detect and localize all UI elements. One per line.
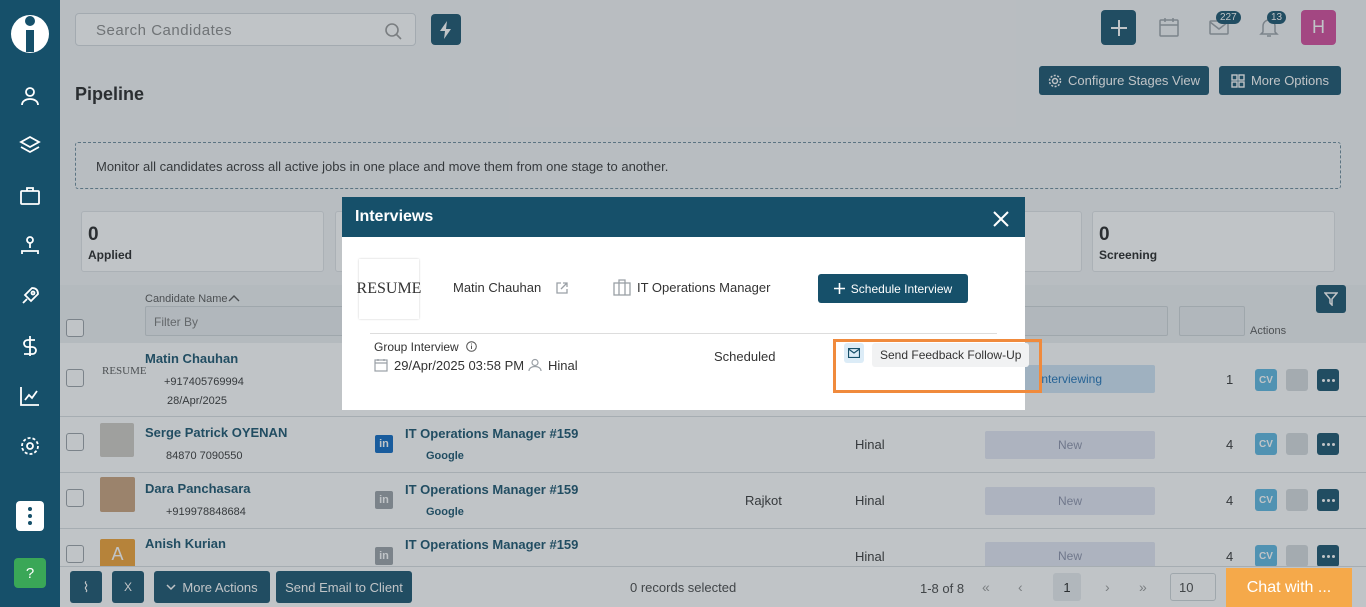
jobs-icon[interactable] bbox=[18, 184, 42, 208]
reports-icon[interactable] bbox=[18, 384, 42, 408]
more-vertical-icon[interactable] bbox=[16, 501, 44, 531]
interview-datetime: 29/Apr/2025 03:58 PM bbox=[394, 358, 525, 373]
modal-job-title: IT Operations Manager bbox=[637, 280, 771, 295]
interview-type: Group Interview bbox=[374, 340, 459, 354]
clients-icon[interactable] bbox=[18, 234, 42, 258]
modal-header: Interviews bbox=[342, 197, 1025, 237]
briefcase-icon bbox=[613, 279, 631, 296]
candidates-icon[interactable] bbox=[18, 84, 42, 108]
external-link-icon[interactable] bbox=[555, 281, 569, 295]
modal-candidate-name: Matin Chauhan bbox=[453, 280, 542, 295]
info-icon[interactable] bbox=[466, 341, 477, 352]
settings-icon[interactable] bbox=[18, 434, 42, 458]
dollar-icon[interactable] bbox=[18, 334, 42, 358]
schedule-interview-button[interactable]: Schedule Interview bbox=[818, 274, 968, 303]
user-icon bbox=[528, 358, 542, 372]
interview-status: Scheduled bbox=[714, 349, 776, 364]
schedule-interview-label: Schedule Interview bbox=[850, 281, 953, 296]
resume-logo: RESUME bbox=[357, 259, 421, 319]
calendar-icon bbox=[374, 359, 388, 372]
sidebar: ? bbox=[0, 0, 60, 607]
interviewer-name: Hinal bbox=[548, 358, 578, 373]
plus-icon bbox=[833, 283, 845, 294]
layers-icon[interactable] bbox=[18, 134, 42, 158]
rocket-icon[interactable] bbox=[18, 284, 42, 308]
modal-title: Interviews bbox=[355, 208, 434, 225]
chat-widget[interactable]: Chat with ... bbox=[1226, 568, 1352, 607]
highlight-box bbox=[833, 339, 1042, 393]
close-icon[interactable] bbox=[993, 211, 1009, 227]
app-logo[interactable] bbox=[10, 10, 50, 54]
help-icon[interactable]: ? bbox=[14, 558, 46, 588]
